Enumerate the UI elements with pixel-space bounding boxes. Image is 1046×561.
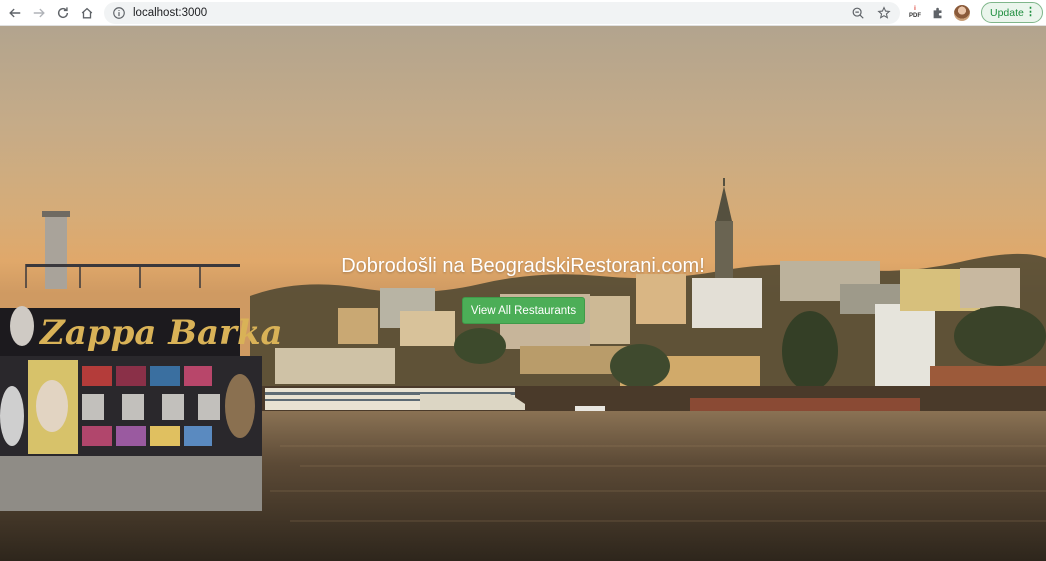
star-icon xyxy=(877,6,891,19)
zoom-icon xyxy=(852,7,864,19)
bookmark-button[interactable] xyxy=(876,5,892,21)
hero-title: Dobrodošli na BeogradskiRestorani.com! xyxy=(341,255,705,277)
extensions-area: i PDF xyxy=(908,2,970,24)
forward-button[interactable] xyxy=(28,2,50,24)
forward-icon xyxy=(33,8,45,17)
zoom-button[interactable] xyxy=(850,5,866,21)
belgrade-background-image: Zappa Barka xyxy=(0,178,1046,561)
hero-section: Zappa Barka Dobrodošli na BeogradskiRest… xyxy=(0,26,1046,561)
pdf-extension-icon[interactable]: i PDF xyxy=(908,6,922,20)
home-button[interactable] xyxy=(76,2,98,24)
view-all-restaurants-button[interactable]: View All Restaurants xyxy=(462,297,585,324)
puzzle-icon xyxy=(933,7,942,19)
back-button[interactable] xyxy=(4,2,26,24)
reload-icon xyxy=(57,6,69,18)
extensions-button[interactable] xyxy=(930,5,946,21)
more-vert-icon[interactable]: ⋮ xyxy=(1025,6,1036,19)
reload-button[interactable] xyxy=(52,2,74,24)
svg-text:Zappa Barka: Zappa Barka xyxy=(38,313,283,353)
back-icon xyxy=(9,8,21,17)
url-text[interactable]: localhost:3000 xyxy=(133,7,207,19)
home-icon xyxy=(81,7,93,18)
browser-toolbar: localhost:3000 i PDF Update ⋮ xyxy=(0,0,1046,26)
info-icon[interactable] xyxy=(112,6,126,20)
update-button[interactable]: Update ⋮ xyxy=(981,2,1043,23)
address-bar[interactable]: localhost:3000 xyxy=(104,2,900,24)
avatar[interactable] xyxy=(954,5,970,21)
